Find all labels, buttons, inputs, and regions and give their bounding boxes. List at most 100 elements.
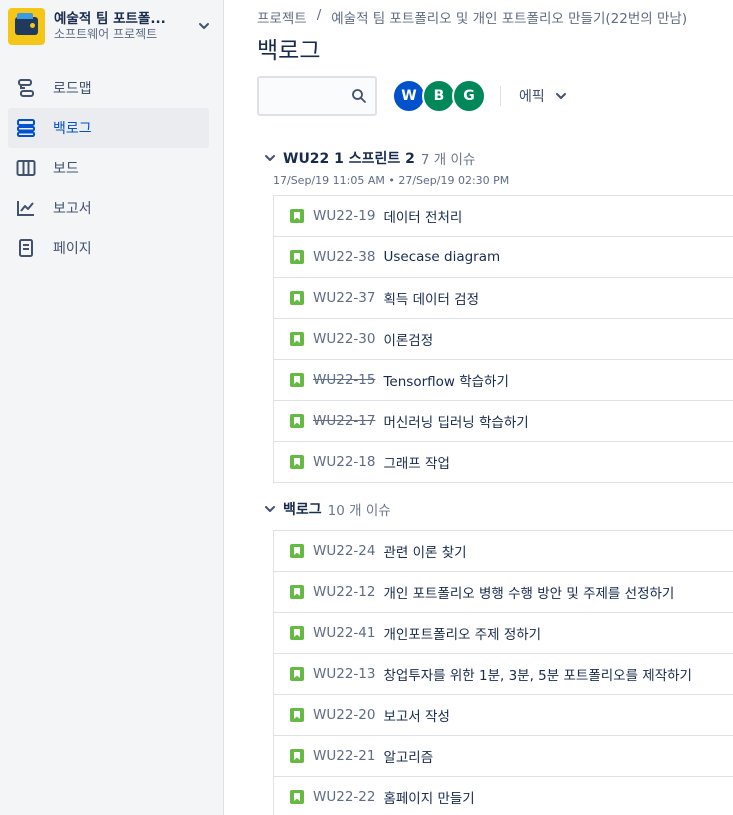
issue-key[interactable]: WU22-20 — [313, 707, 375, 723]
story-icon — [290, 790, 304, 804]
issue-summary: 이론검정 — [383, 333, 434, 349]
issue-key[interactable]: WU22-21 — [313, 748, 375, 764]
issue-row[interactable]: WU22-37 획득 데이터 검정 — [274, 278, 733, 319]
story-icon — [290, 708, 304, 722]
story-icon — [290, 291, 304, 305]
project-switcher[interactable]: 예술적 팀 포트폴... 소프트웨어 프로젝트 — [8, 6, 213, 46]
issue-row[interactable]: WU22-20 보고서 작성 — [274, 695, 733, 736]
issue-summary: 그래프 작업 — [383, 456, 450, 472]
issue-summary: 보고서 작성 — [383, 709, 450, 725]
issue-row[interactable]: WU22-19 데이터 전처리 — [274, 196, 733, 237]
chevron-down-icon[interactable] — [263, 502, 277, 516]
issue-key[interactable]: WU22-18 — [313, 454, 375, 470]
issue-summary: Tensorflow 학습하기 — [383, 374, 509, 390]
story-icon — [290, 667, 304, 681]
sidebar-item-label: 보고서 — [53, 201, 92, 217]
sidebar: 예술적 팀 포트폴... 소프트웨어 프로젝트 로드맵 백로그 보드 보고서 페… — [0, 0, 224, 815]
issue-row[interactable]: WU22-13 창업투자를 위한 1분, 3분, 5분 포트폴리오를 제작하기 — [274, 654, 733, 695]
breadcrumb-projects-link[interactable]: 프로젝트 — [257, 7, 307, 27]
story-icon — [290, 250, 304, 264]
backlog-issue-list: WU22-24 관련 이론 찾기 WU22-12 개인 포트폴리오 병행 수행 방안 … — [273, 530, 733, 815]
issue-summary: Usecase diagram — [383, 249, 501, 265]
issue-summary: 머신러닝 딥러닝 학습하기 — [383, 415, 529, 431]
issue-summary: 데이터 전처리 — [383, 210, 463, 226]
issue-summary: 획득 데이터 검정 — [383, 292, 479, 308]
sidebar-item-pages[interactable]: 페이지 — [8, 228, 209, 268]
story-icon — [290, 455, 304, 469]
sidebar-item-board[interactable]: 보드 — [8, 148, 209, 188]
issue-row[interactable]: WU22-22 홈페이지 만들기 — [274, 777, 733, 815]
project-avatar — [8, 7, 45, 45]
story-icon — [290, 414, 304, 428]
breadcrumb-separator: / — [316, 7, 322, 23]
issue-key[interactable]: WU22-38 — [313, 249, 375, 265]
issue-key[interactable]: WU22-24 — [313, 543, 375, 559]
breadcrumb-project-link[interactable]: 예술적 팀 포트폴리오 및 개인 포트폴리오 만들기(22번의 만남) — [331, 7, 687, 27]
issue-row[interactable]: WU22-12 개인 포트폴리오 병행 수행 방안 및 주제를 선정하기 — [274, 572, 733, 613]
sidebar-item-reports[interactable]: 보고서 — [8, 188, 209, 228]
sidebar-item-label: 페이지 — [53, 241, 92, 257]
issue-row[interactable]: WU22-18 그래프 작업 — [274, 442, 733, 483]
story-icon — [290, 209, 304, 223]
search-field[interactable] — [257, 76, 377, 116]
project-info: 예술적 팀 포트폴... 소프트웨어 프로젝트 — [54, 11, 191, 42]
issue-row[interactable]: WU22-17 머신러닝 딥러닝 학습하기 — [274, 401, 733, 442]
issue-summary: 개인 포트폴리오 병행 수행 방안 및 주제를 선정하기 — [383, 586, 675, 602]
chevron-down-icon[interactable] — [263, 151, 277, 165]
backlog-icon — [15, 117, 37, 139]
issue-row[interactable]: WU22-38 Usecase diagram — [274, 237, 733, 278]
issue-summary: 알고리즘 — [383, 750, 434, 766]
issue-key[interactable]: WU22-19 — [313, 208, 375, 224]
project-name: 예술적 팀 포트폴... — [54, 10, 166, 27]
chevron-down-icon[interactable] — [195, 17, 213, 35]
wallet-icon — [15, 12, 38, 35]
issue-row[interactable]: WU22-15 Tensorflow 학습하기 — [274, 360, 733, 401]
backlog-header[interactable]: 백로그 10 개 이슈 — [263, 499, 391, 519]
story-icon — [290, 585, 304, 599]
issue-summary: 관련 이론 찾기 — [383, 545, 467, 561]
issue-key[interactable]: WU22-41 — [313, 625, 375, 641]
avatar[interactable]: B — [422, 79, 456, 113]
issue-key[interactable]: WU22-37 — [313, 290, 375, 306]
toolbar-divider — [500, 86, 501, 106]
page-title: 백로그 — [257, 38, 321, 64]
issue-key[interactable]: WU22-15 — [313, 372, 375, 388]
issue-summary: 개인포트폴리오 주제 정하기 — [383, 627, 542, 643]
issue-row[interactable]: WU22-24 관련 이론 찾기 — [274, 531, 733, 572]
sidebar-item-label: 백로그 — [53, 121, 92, 137]
issue-row[interactable]: WU22-30 이론검정 — [274, 319, 733, 360]
issue-key[interactable]: WU22-17 — [313, 413, 375, 429]
avatar[interactable]: W — [392, 79, 426, 113]
issue-row[interactable]: WU22-41 개인포트폴리오 주제 정하기 — [274, 613, 733, 654]
issue-key[interactable]: WU22-22 — [313, 789, 375, 805]
story-icon — [290, 332, 304, 346]
sidebar-item-backlog[interactable]: 백로그 — [8, 108, 209, 148]
issue-count: 10 개 이슈 — [327, 503, 391, 519]
assignee-filter: W B G — [392, 79, 486, 113]
issue-summary: 창업투자를 위한 1분, 3분, 5분 포트폴리오를 제작하기 — [383, 668, 692, 684]
pages-icon — [15, 237, 37, 259]
sprint-header[interactable]: WU22 1 스프린트 2 7 개 이슈 — [263, 148, 475, 168]
issue-row[interactable]: WU22-21 알고리즘 — [274, 736, 733, 777]
project-type: 소프트웨어 프로젝트 — [54, 26, 158, 41]
chevron-down-icon — [555, 93, 566, 99]
issue-key[interactable]: WU22-13 — [313, 666, 375, 682]
epic-filter-dropdown[interactable]: 에픽 — [519, 86, 568, 106]
search-input[interactable] — [259, 78, 349, 114]
breadcrumb: 프로젝트 / 예술적 팀 포트폴리오 및 개인 포트폴리오 만들기(22번의 만… — [257, 7, 687, 27]
sprint-name: WU22 1 스프린트 2 — [283, 151, 415, 167]
issue-key[interactable]: WU22-12 — [313, 584, 375, 600]
issue-summary: 홈페이지 만들기 — [383, 791, 475, 807]
roadmap-icon — [15, 77, 37, 99]
story-icon — [290, 373, 304, 387]
sidebar-nav: 로드맵 백로그 보드 보고서 페이지 — [8, 68, 209, 268]
epic-filter-label: 에픽 — [519, 89, 545, 105]
avatar[interactable]: G — [452, 79, 486, 113]
sidebar-item-roadmap[interactable]: 로드맵 — [8, 68, 209, 108]
issue-key[interactable]: WU22-30 — [313, 331, 375, 347]
sidebar-item-label: 로드맵 — [53, 81, 92, 97]
backlog-name: 백로그 — [283, 502, 322, 518]
reports-icon — [15, 197, 37, 219]
sprint-dates: 17/Sep/19 11:05 AM • 27/Sep/19 02:30 PM — [273, 174, 510, 187]
sprint-issue-list: WU22-19 데이터 전처리 WU22-38 Usecase diagram WU22… — [273, 195, 733, 483]
